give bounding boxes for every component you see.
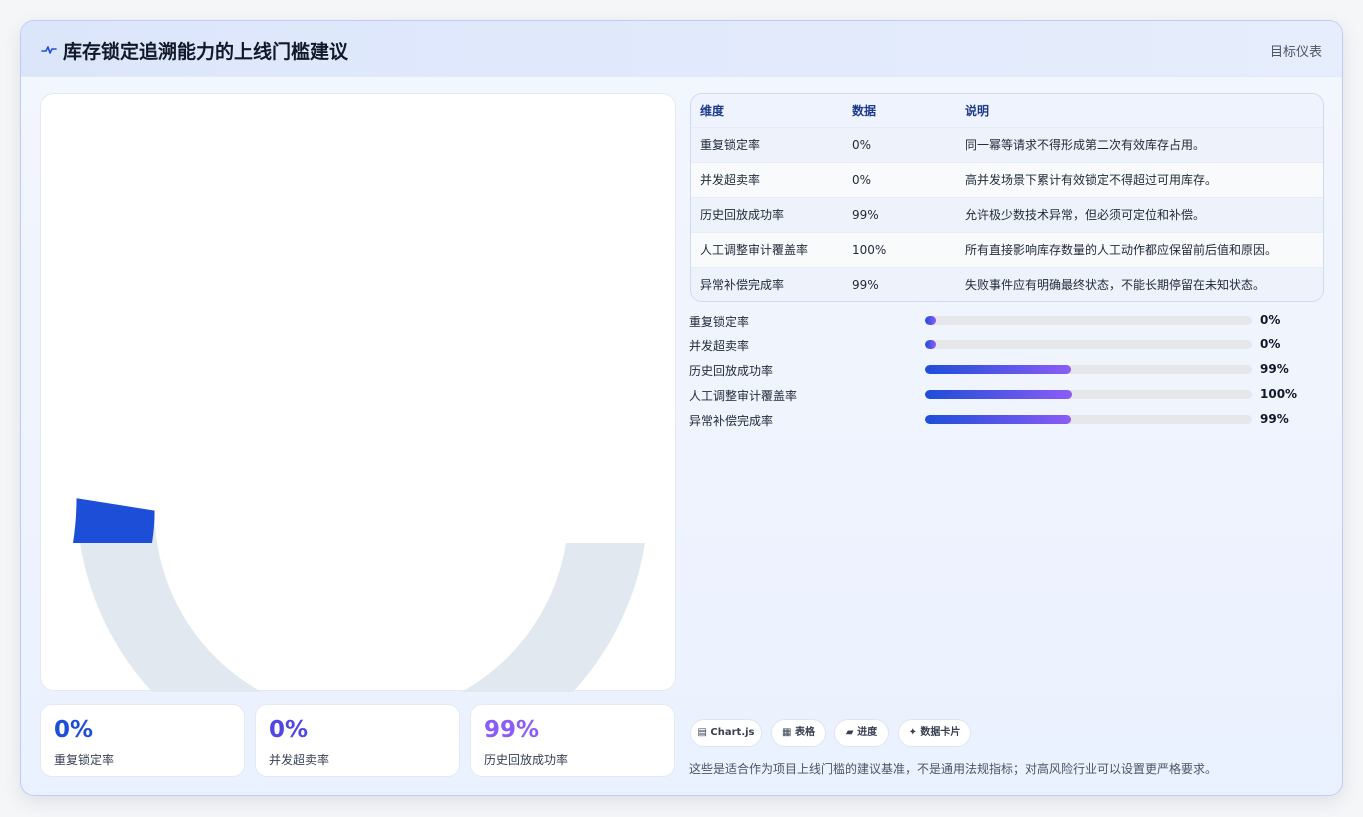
table-cell: 并发超卖率 bbox=[700, 173, 761, 187]
progress-bars: 重复锁定率 0% 并发超卖率 0% 历史回放成功率 99% 人工调整审计覆盖率 … bbox=[689, 311, 1329, 431]
stat-value: 0% bbox=[269, 717, 309, 743]
progress-fill bbox=[925, 415, 1071, 424]
gauge-panel bbox=[40, 93, 676, 692]
table-cell: 高并发场景下累计有效锁定不得超过可用库存。 bbox=[965, 173, 1218, 187]
progress-row-duplicate-lock: 重复锁定率 0% bbox=[689, 311, 1329, 331]
table-cell: 异常补偿完成率 bbox=[700, 278, 785, 293]
table-cell: 100% bbox=[852, 242, 887, 257]
progress-value: 0% bbox=[1260, 337, 1281, 351]
progress-value: 99% bbox=[1260, 412, 1289, 426]
table-cell: 99% bbox=[852, 277, 879, 292]
table-header-row: 维度 数据 说明 bbox=[691, 94, 1323, 127]
gauge-chart bbox=[73, 498, 645, 692]
progress-label: 人工调整审计覆盖率 bbox=[689, 389, 798, 403]
table-row: 异常补偿完成率 99% 失败事件应有明确最终状态，不能长期停留在未知状态。 bbox=[691, 267, 1323, 301]
table-row: 重复锁定率 0% 同一幂等请求不得形成第二次有效库存占用。 bbox=[691, 127, 1323, 162]
progress-label: 异常补偿完成率 bbox=[689, 414, 774, 428]
chip-chartjs[interactable]: ▤ Chart.js bbox=[690, 719, 762, 747]
table-cell: 失败事件应有明确最终状态，不能长期停留在未知状态。 bbox=[965, 278, 1266, 293]
progress-track bbox=[925, 415, 1252, 424]
progress-fill bbox=[925, 390, 1073, 399]
stat-card-replay: 99% 历史回放成功率 bbox=[470, 704, 675, 777]
progress-value: 100% bbox=[1260, 387, 1298, 401]
metrics-table: 维度 数据 说明 重复锁定率 0% 同一幂等请求不得形成第二次有效库存占用。 并… bbox=[690, 93, 1324, 302]
gauge-track bbox=[76, 498, 645, 692]
table-cell: 同一幂等请求不得形成第二次有效库存占用。 bbox=[965, 138, 1206, 152]
progress-track bbox=[925, 316, 1252, 325]
stat-value: 99% bbox=[484, 717, 540, 743]
table-row: 并发超卖率 0% 高并发场景下累计有效锁定不得超过可用库存。 bbox=[691, 162, 1323, 197]
progress-label: 历史回放成功率 bbox=[689, 364, 774, 378]
pulse-icon bbox=[41, 46, 57, 54]
column-header: 维度 bbox=[700, 103, 725, 118]
progress-label: 并发超卖率 bbox=[689, 339, 750, 353]
progress-row-oversell: 并发超卖率 0% bbox=[689, 335, 1329, 355]
table-cell: 人工调整审计覆盖率 bbox=[700, 243, 809, 257]
column-header: 说明 bbox=[965, 103, 990, 118]
stat-card-duplicate-lock: 0% 重复锁定率 bbox=[40, 704, 245, 777]
table-row: 历史回放成功率 99% 允许极少数技术异常，但必须可定位和补偿。 bbox=[691, 197, 1323, 232]
progress-fill bbox=[925, 316, 936, 325]
header-tag: 目标仪表 bbox=[1269, 45, 1322, 60]
column-header: 数据 bbox=[852, 103, 877, 118]
progress-label: 重复锁定率 bbox=[689, 315, 750, 329]
table-cell: 0% bbox=[852, 172, 872, 187]
table-row: 人工调整审计覆盖率 100% 所有直接影响库存数量的人工动作都应保留前后值和原因… bbox=[691, 232, 1323, 267]
stat-label: 并发超卖率 bbox=[269, 753, 330, 767]
progress-value: 99% bbox=[1260, 362, 1289, 376]
progress-track bbox=[925, 390, 1252, 399]
stat-label: 历史回放成功率 bbox=[484, 753, 569, 767]
footnote: 这些是适合作为项目上线门槛的建议基准，不是通用法规指标；对高风险行业可以设置更严… bbox=[689, 762, 1218, 776]
stat-card-oversell: 0% 并发超卖率 bbox=[255, 704, 460, 777]
table-cell: 所有直接影响库存数量的人工动作都应保留前后值和原因。 bbox=[965, 243, 1278, 257]
chip-data-card[interactable]: ✦ 数据卡片 bbox=[898, 719, 971, 747]
table-cell: 0% bbox=[852, 137, 872, 152]
progress-track bbox=[925, 340, 1252, 349]
chip-progress[interactable]: ▰ 进度 bbox=[834, 719, 889, 747]
progress-fill bbox=[925, 340, 936, 349]
stat-label: 重复锁定率 bbox=[54, 753, 115, 767]
progress-row-audit: 人工调整审计覆盖率 100% bbox=[689, 385, 1329, 405]
progress-row-replay: 历史回放成功率 99% bbox=[689, 360, 1329, 380]
stat-value: 0% bbox=[54, 717, 94, 743]
table-cell: 历史回放成功率 bbox=[700, 208, 785, 222]
table-cell: 重复锁定率 bbox=[700, 138, 761, 152]
table-cell: 允许极少数技术异常，但必须可定位和补偿。 bbox=[965, 208, 1206, 222]
progress-fill bbox=[925, 365, 1071, 374]
card-header: 库存锁定追溯能力的上线门槛建议 目标仪表 bbox=[21, 21, 1342, 77]
table-cell: 99% bbox=[852, 207, 879, 222]
page-title: 库存锁定追溯能力的上线门槛建议 bbox=[63, 41, 349, 63]
chip-table[interactable]: ▦ 表格 bbox=[771, 719, 826, 747]
progress-row-compensation: 异常补偿完成率 99% bbox=[689, 410, 1329, 430]
progress-value: 0% bbox=[1260, 313, 1281, 327]
dashboard-card: 库存锁定追溯能力的上线门槛建议 目标仪表 0% 重复锁定率 0% 并发超卖率 9… bbox=[20, 20, 1343, 796]
gauge-fill bbox=[73, 498, 155, 543]
progress-track bbox=[925, 365, 1252, 374]
